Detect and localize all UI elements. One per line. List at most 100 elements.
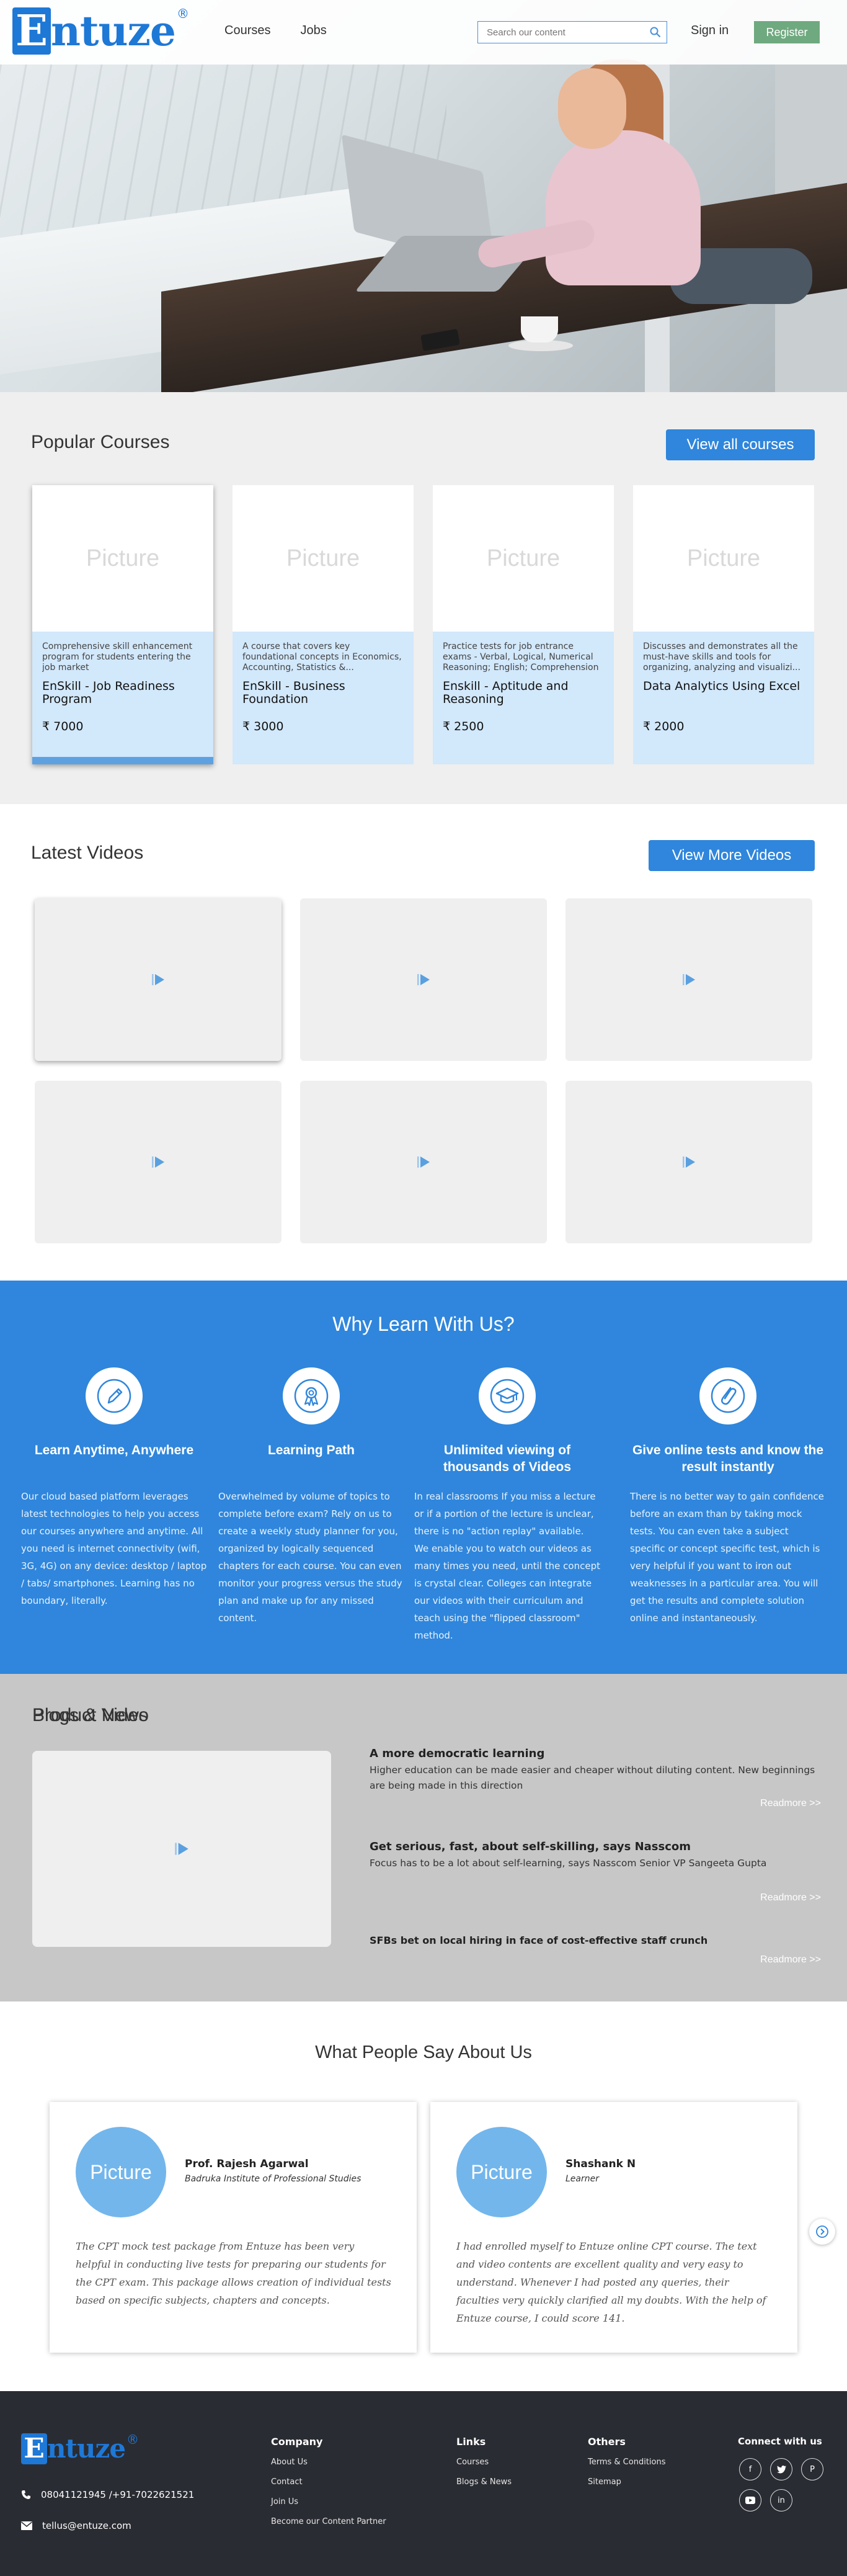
footer-logo[interactable]: E ntuze ® [21, 2433, 139, 2464]
video-card[interactable] [300, 1081, 547, 1243]
search-box [477, 21, 667, 43]
search-icon[interactable] [644, 22, 667, 43]
graduation-cap-icon [479, 1367, 536, 1424]
blog-item: Get serious, fast, about self-skilling, … [370, 1840, 822, 1871]
footer-column-title: Others [588, 2436, 626, 2448]
view-more-videos-button[interactable]: View More Videos [649, 840, 815, 871]
blog-headline[interactable]: Get serious, fast, about self-skilling, … [370, 1840, 691, 1853]
product-blogs-section: Product Video Blogs & News A more democr… [0, 1674, 847, 2001]
hero-coffee-cup [521, 316, 558, 342]
footer-email-address[interactable]: tellus@entuze.com [42, 2520, 131, 2531]
footer-link-join-us[interactable]: Join Us [271, 2497, 386, 2507]
testimonials-title: What People Say About Us [315, 2042, 532, 2062]
video-card[interactable] [35, 898, 282, 1061]
blogs-news-title: Blogs & News [32, 1705, 148, 1725]
course-description: Discusses and demonstrates all the must-… [643, 642, 800, 673]
why-learn-section: Why Learn With Us? Learn Anytime, Anywhe… [0, 1281, 847, 1674]
course-description: Comprehensive skill enhancement program … [42, 642, 193, 673]
testimonial-organization: Learner [565, 2174, 599, 2184]
footer-link-courses[interactable]: Courses [456, 2457, 512, 2467]
footer-link-about-us[interactable]: About Us [271, 2457, 386, 2467]
why-item: Learning Path Overwhelmed by volume of t… [218, 1367, 404, 1627]
course-card[interactable]: Picture Practice tests for job entrance … [433, 485, 614, 764]
footer-company-column: Company About Us Contact Join Us Become … [271, 2436, 386, 2537]
footer-column-title: Links [456, 2436, 486, 2448]
play-icon [152, 1156, 164, 1168]
nav-courses[interactable]: Courses [224, 24, 270, 38]
avatar: Picture [76, 2127, 166, 2217]
footer-connect-column: Connect with us [738, 2436, 822, 2457]
video-card[interactable] [565, 898, 812, 1061]
footer-links-column: Links Courses Blogs & News [456, 2436, 512, 2497]
why-learn-title: Why Learn With Us? [332, 1313, 515, 1335]
email-icon [21, 2521, 32, 2530]
footer-others-column: Others Terms & Conditions Sitemap [588, 2436, 666, 2497]
site-footer: E ntuze ® 08041121945 /+91-7022621521 te… [0, 2391, 847, 2576]
course-picture-placeholder: Picture [286, 545, 360, 571]
avatar: Picture [456, 2127, 547, 2217]
play-icon [683, 1156, 695, 1168]
footer-link-sitemap[interactable]: Sitemap [588, 2477, 666, 2487]
testimonial-organization: Badruka Institute of Professional Studie… [185, 2174, 361, 2184]
readmore-link[interactable]: Readmore >> [760, 1954, 821, 1966]
why-item: Give online tests and know the result in… [630, 1367, 826, 1627]
youtube-icon[interactable] [739, 2489, 761, 2511]
popular-courses-section: Popular Courses View all courses Picture… [0, 392, 847, 804]
video-card[interactable] [300, 898, 547, 1061]
course-price: ₹ 2500 [443, 720, 484, 733]
footer-column-title: Connect with us [738, 2436, 822, 2447]
why-item-heading: Unlimited viewing of thousands of Videos [443, 1443, 572, 1474]
course-card-highlight-bar [32, 757, 213, 764]
search-input[interactable] [478, 27, 644, 38]
social-icons: f P in [739, 2458, 823, 2511]
testimonial-quote: The CPT mock test package from Entuze ha… [76, 2240, 391, 2306]
testimonials-section: What People Say About Us Picture Prof. R… [0, 2001, 847, 2391]
readmore-link[interactable]: Readmore >> [760, 1798, 821, 1809]
course-name: EnSkill - Job Readiness Program [42, 679, 175, 706]
facebook-icon[interactable]: f [739, 2458, 761, 2480]
pinterest-icon[interactable]: P [801, 2458, 823, 2480]
testimonial-name: Prof. Rajesh Agarwal [185, 2158, 309, 2170]
blog-headline[interactable]: A more democratic learning [370, 1747, 544, 1760]
course-card[interactable]: Picture Discusses and demonstrates all t… [633, 485, 814, 764]
course-name: EnSkill - Business Foundation [242, 679, 345, 706]
nav-jobs[interactable]: Jobs [300, 24, 326, 38]
course-description: A course that covers key foundational co… [242, 642, 402, 673]
course-info: Discusses and demonstrates all the must-… [633, 632, 814, 764]
footer-link-blogs-news[interactable]: Blogs & News [456, 2477, 512, 2487]
testimonial-card: Picture Shashank N Learner I had enrolle… [430, 2102, 797, 2353]
footer-phone-number: 08041121945 /+91-7022621521 [41, 2489, 195, 2500]
play-icon [683, 974, 695, 985]
register-button[interactable]: Register [754, 21, 820, 43]
logo-text: ntuze [47, 2433, 126, 2464]
readmore-link[interactable]: Readmore >> [760, 1892, 821, 1903]
footer-link-terms[interactable]: Terms & Conditions [588, 2457, 666, 2467]
testimonial-next-button[interactable] [809, 2219, 835, 2245]
video-card[interactable] [565, 1081, 812, 1243]
logo-text: ntuze [51, 7, 176, 55]
footer-link-content-partner[interactable]: Become our Content Partner [271, 2517, 386, 2526]
testimonial-quote: I had enrolled myself to Entuze online C… [456, 2240, 766, 2324]
award-ribbon-icon [283, 1367, 340, 1424]
latest-videos-section: Latest Videos View More Videos [0, 804, 847, 1281]
blog-headline[interactable]: SFBs bet on local hiring in face of cost… [370, 1934, 707, 1946]
sign-in-link[interactable]: Sign in [691, 24, 729, 38]
hero-person-head [558, 68, 626, 149]
twitter-icon[interactable] [770, 2458, 792, 2480]
entuze-logo[interactable]: E ntuze ® [12, 7, 189, 55]
view-all-courses-button[interactable]: View all courses [666, 429, 815, 460]
testimonial-card: Picture Prof. Rajesh Agarwal Badruka Ins… [50, 2102, 417, 2353]
why-item-heading: Give online tests and know the result in… [632, 1443, 824, 1474]
main-nav: Courses Jobs [224, 24, 327, 38]
footer-phone: 08041121945 /+91-7022621521 [21, 2489, 194, 2500]
course-card[interactable]: Picture A course that covers key foundat… [233, 485, 414, 764]
why-item-heading: Learning Path [267, 1443, 355, 1457]
blog-item: A more democratic learning Higher educat… [370, 1747, 822, 1794]
latest-videos-title: Latest Videos [31, 843, 144, 863]
video-card[interactable] [35, 1081, 282, 1243]
course-card[interactable]: Picture Comprehensive skill enhancement … [32, 485, 213, 764]
footer-link-contact[interactable]: Contact [271, 2477, 386, 2487]
why-item-text: There is no better way to gain confidenc… [630, 1491, 824, 1624]
product-video-player[interactable] [32, 1751, 331, 1947]
linkedin-icon[interactable]: in [770, 2489, 792, 2511]
